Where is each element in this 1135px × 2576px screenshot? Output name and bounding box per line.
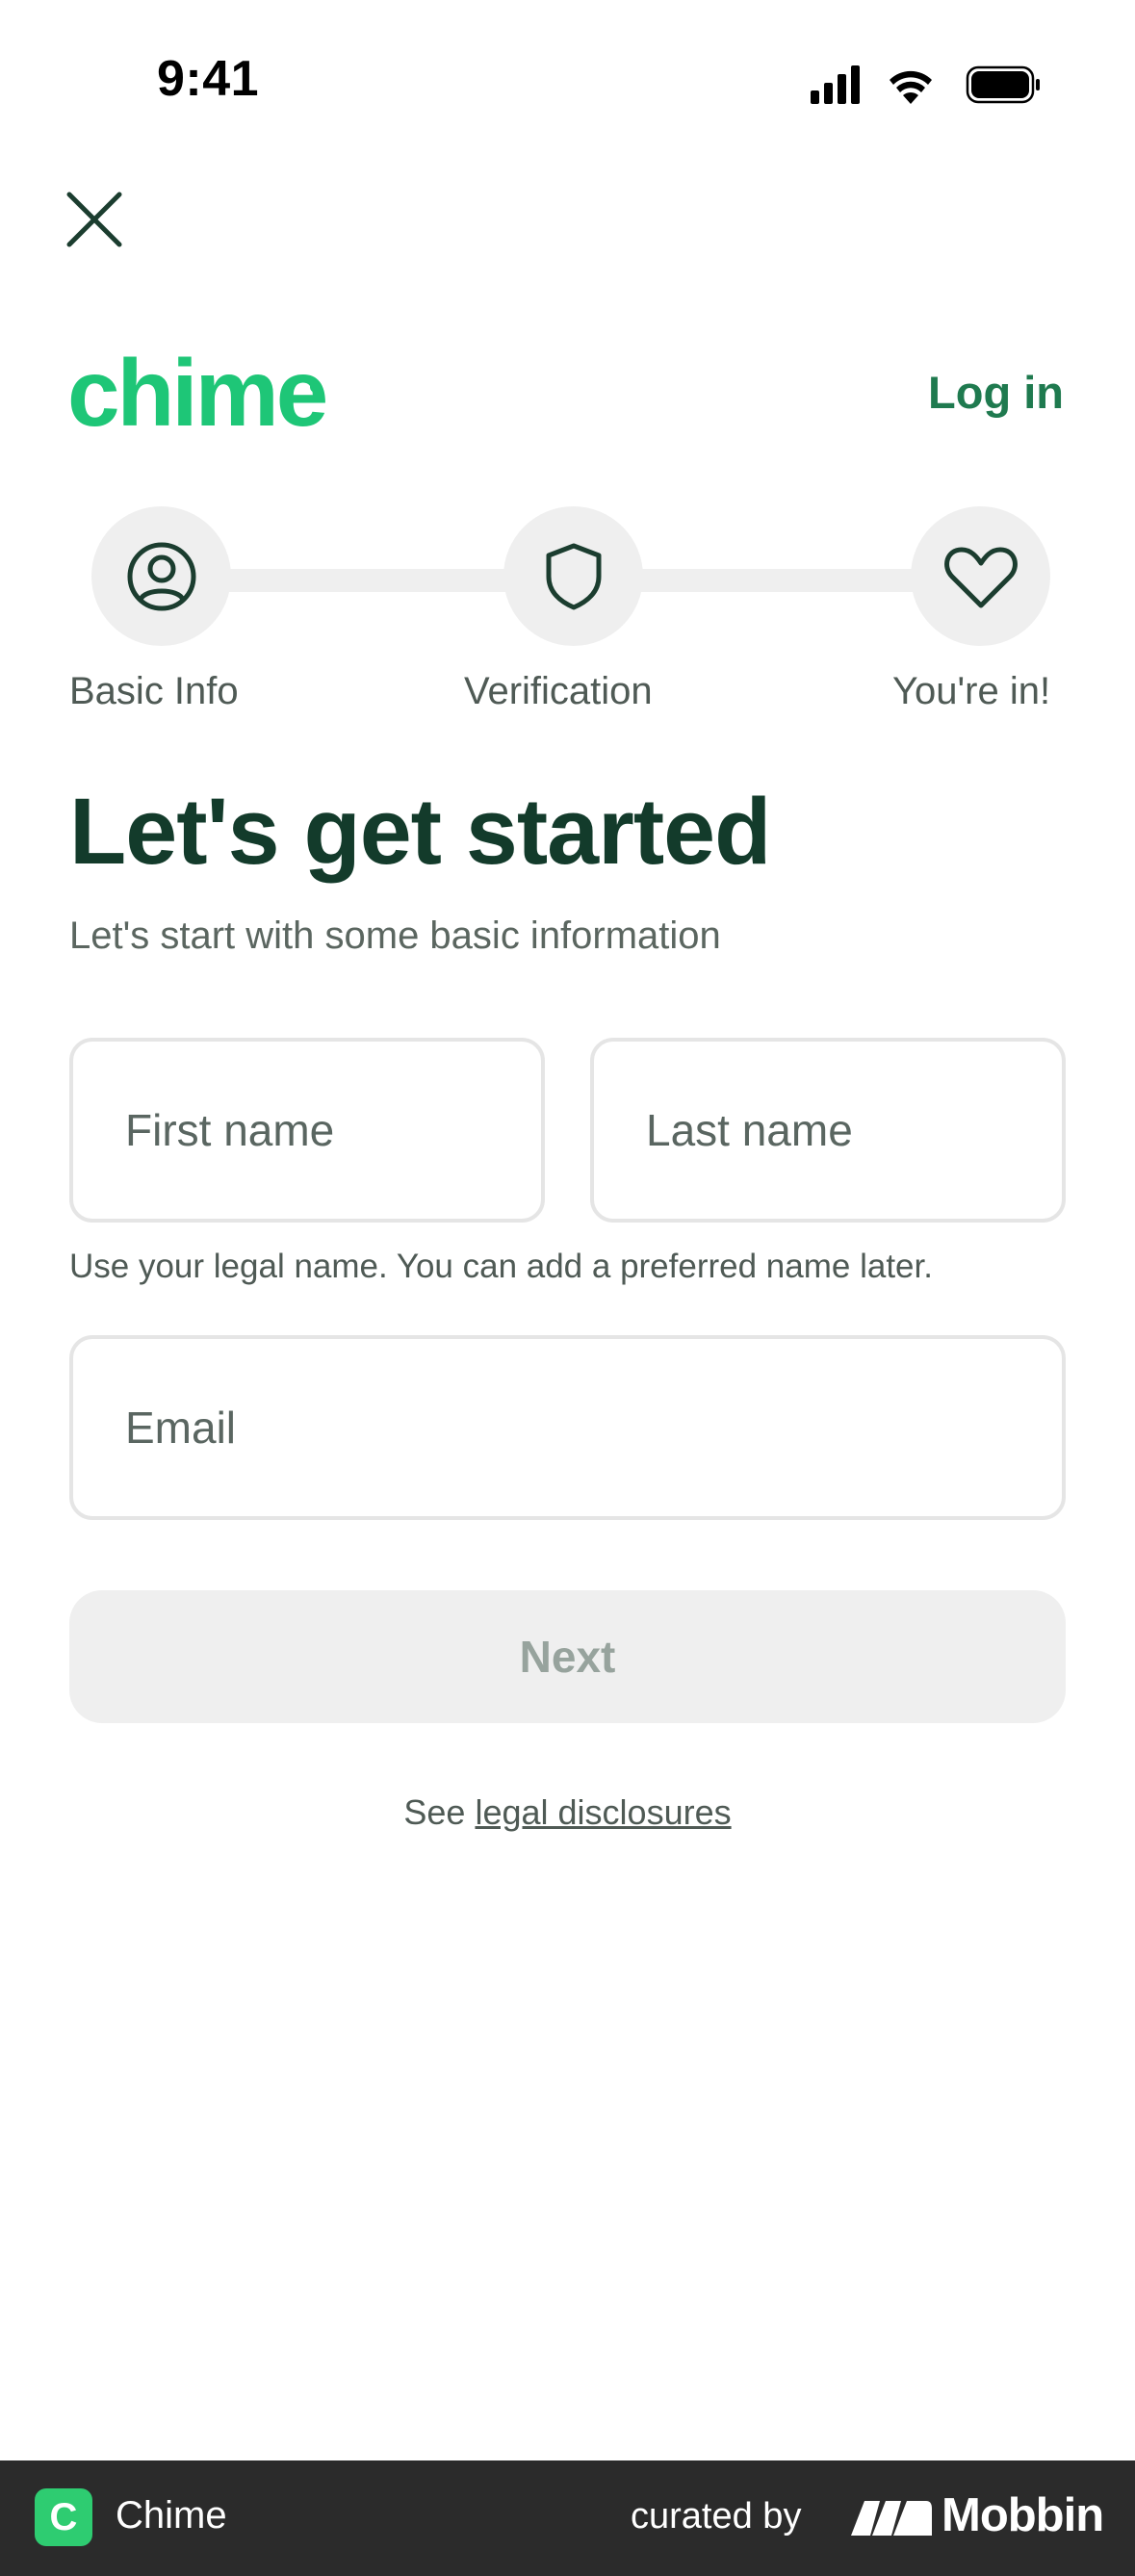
step-basic-info — [91, 506, 231, 646]
app-icon: C — [35, 2488, 92, 2546]
last-name-field[interactable] — [590, 1038, 1066, 1223]
wifi-icon — [890, 70, 932, 104]
email-input[interactable] — [123, 1401, 1062, 1455]
cellular-signal-icon — [811, 65, 860, 104]
email-field[interactable] — [69, 1335, 1066, 1520]
page-title: Let's get started — [69, 779, 771, 884]
step-label-verification: Verification — [464, 670, 653, 712]
battery-icon — [966, 65, 1040, 104]
login-link[interactable]: Log in — [928, 366, 1064, 419]
first-name-field[interactable] — [69, 1038, 545, 1223]
chime-logo: chime — [67, 347, 327, 443]
legal-disclosures: See legal disclosures — [0, 1792, 1135, 1833]
next-button[interactable]: Next — [69, 1590, 1066, 1723]
legal-prefix: See — [403, 1792, 466, 1832]
name-hint: Use your legal name. You can add a prefe… — [69, 1248, 933, 1285]
user-circle-icon — [127, 542, 195, 610]
page-subtitle: Let's start with some basic information — [69, 914, 721, 957]
legal-disclosures-link[interactable]: legal disclosures — [475, 1792, 731, 1832]
close-button[interactable] — [60, 185, 129, 254]
footer-app-name: Chime — [116, 2494, 227, 2537]
footer-curated-by: curated by — [631, 2496, 802, 2537]
status-icons — [811, 65, 1040, 104]
step-verification — [503, 506, 643, 646]
shield-icon — [546, 543, 601, 609]
first-name-input[interactable] — [123, 1103, 541, 1157]
heart-icon — [943, 547, 1018, 607]
step-youre-in — [911, 506, 1050, 646]
step-label-youre-in: You're in! — [892, 670, 1051, 712]
last-name-input[interactable] — [644, 1103, 1062, 1157]
footer-brand: Mobbin — [942, 2489, 1104, 2541]
status-time: 9:41 — [157, 51, 260, 107]
mobbin-logo-icon — [851, 2501, 932, 2536]
close-icon — [66, 192, 122, 247]
step-label-basic-info: Basic Info — [69, 670, 239, 712]
svg-text:chime: chime — [67, 347, 326, 443]
